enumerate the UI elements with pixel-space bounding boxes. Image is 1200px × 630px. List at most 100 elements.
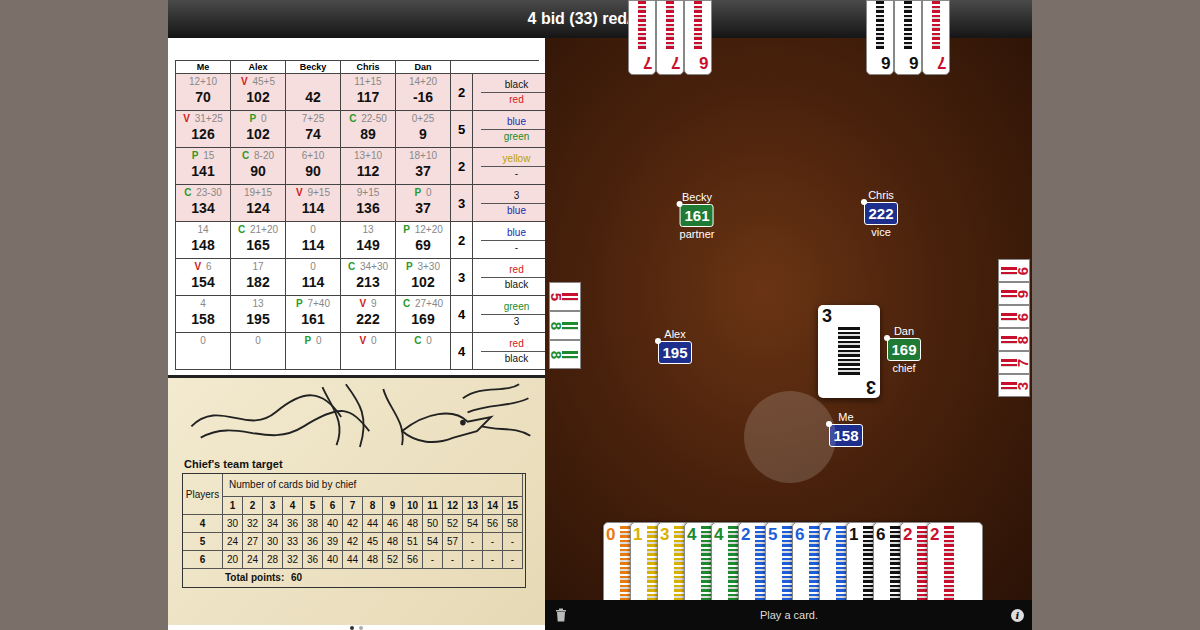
bid-cell: 4 <box>451 333 473 370</box>
bid-cell: 3 <box>451 185 473 222</box>
score-cell: C 21+20 165 <box>231 222 286 259</box>
trash-icon[interactable] <box>555 608 567 622</box>
card: 6 <box>894 0 922 75</box>
info-icon[interactable]: i <box>1011 609 1024 622</box>
card: 9 <box>998 282 1030 305</box>
score-cell: V 9+15 114 <box>286 185 341 222</box>
page-dot[interactable] <box>350 626 354 630</box>
score-cell: P 0 37 <box>396 185 451 222</box>
played-card: 3 3 <box>818 305 880 398</box>
score-cell: 17 182 <box>231 259 286 296</box>
score-cell: C 8-20 90 <box>231 148 286 185</box>
score-cell: 42 <box>286 74 341 111</box>
score-cell: 4 158 <box>176 296 231 333</box>
score-cell: C 34+30 213 <box>341 259 396 296</box>
score-badge: 222 <box>864 202 898 225</box>
page: 4 bid (33) red/black MeAlexBeckyChrisDan… <box>0 0 1200 630</box>
score-cell: P 3+30 102 <box>396 259 451 296</box>
target-table: Players Number of cards bid by chief 123… <box>182 473 526 588</box>
score-cell: V 9 222 <box>341 296 396 333</box>
score-cell: V 0 <box>341 333 396 370</box>
score-cell: 11+15 117 <box>341 74 396 111</box>
score-badge: 169 <box>887 338 921 361</box>
column-header: Becky <box>286 61 341 74</box>
trump-cell: blue- <box>473 222 545 259</box>
score-cell: 9+15 136 <box>341 185 396 222</box>
score-cell: P 0 102 <box>231 111 286 148</box>
score-panel: MeAlexBeckyChrisDan 12+10 70V 45+5 102 4… <box>168 38 545 375</box>
card: 7 <box>656 0 684 75</box>
column-header: Me <box>176 61 231 74</box>
opponent-cards: 5 8 8 <box>549 282 581 369</box>
game-screen: 4 bid (33) red/black MeAlexBeckyChrisDan… <box>168 0 1032 630</box>
bid-cell: 2 <box>451 148 473 185</box>
score-cell: C 23-30 134 <box>176 185 231 222</box>
score-cell: 13 149 <box>341 222 396 259</box>
score-cell: C 22-50 89 <box>341 111 396 148</box>
card: 7 <box>922 0 950 75</box>
score-cell: 0 114 <box>286 222 341 259</box>
trump-cell: blackred <box>473 74 545 111</box>
card: 6 <box>866 0 894 75</box>
column-header: Alex <box>231 61 286 74</box>
score-badge: 195 <box>658 341 692 364</box>
score-cell: 6+10 90 <box>286 148 341 185</box>
bid-cell: 5 <box>451 111 473 148</box>
card: 8 <box>549 311 581 340</box>
trump-cell: 3blue <box>473 185 545 222</box>
player-seat: Becky 161 partner <box>680 190 715 241</box>
card: 7 <box>628 0 656 75</box>
score-cell: 0 <box>176 333 231 370</box>
chart-title: Chief's team target <box>184 458 535 470</box>
game-table: Becky 161 partnerChris 222 viceAlex 195 … <box>545 38 1032 630</box>
score-cell: V 45+5 102 <box>231 74 286 111</box>
player-seat: Dan 169 chief <box>887 324 921 375</box>
page-dot[interactable] <box>359 626 363 630</box>
score-cell: 0 114 <box>286 259 341 296</box>
hand-card[interactable]: 2 <box>927 522 983 600</box>
status-message: Play a card. <box>760 609 818 621</box>
card: 6 <box>684 0 712 75</box>
card: 6 <box>998 259 1030 282</box>
score-cell: 13 195 <box>231 296 286 333</box>
player-seat: Chris 222 vice <box>864 188 898 239</box>
score-cell: 0 <box>231 333 286 370</box>
dragon-icon <box>182 378 535 456</box>
drop-zone[interactable] <box>744 391 836 483</box>
opponent-cards: 7 7 6 <box>628 0 712 75</box>
bid-cell: 2 <box>451 74 473 111</box>
trump-cell: redblack <box>473 259 545 296</box>
card: 5 <box>549 282 581 311</box>
target-chart: Chief's team target Players Number of ca… <box>168 378 545 625</box>
score-cell: P 7+40 161 <box>286 296 341 333</box>
trump-cell: redblack <box>473 333 545 370</box>
score-cell: 14+20 -16 <box>396 74 451 111</box>
player-seat: Alex 195 <box>658 327 692 364</box>
trump-cell: bluegreen <box>473 111 545 148</box>
side-panel: MeAlexBeckyChrisDan 12+10 70V 45+5 102 4… <box>168 38 545 630</box>
card: 8 <box>549 340 581 369</box>
score-cell: 19+15 124 <box>231 185 286 222</box>
score-cell: P 12+20 69 <box>396 222 451 259</box>
hand: 0 1 3 4 4 2 5 6 7 1 6 2 2 <box>603 522 983 600</box>
score-badge: 161 <box>680 204 714 227</box>
card: 3 <box>998 374 1030 397</box>
bid-cell: 2 <box>451 222 473 259</box>
score-cell: C 27+40 169 <box>396 296 451 333</box>
score-cell: 0+25 9 <box>396 111 451 148</box>
score-cell: 7+25 74 <box>286 111 341 148</box>
score-cell: V 31+25 126 <box>176 111 231 148</box>
card: 7 <box>998 351 1030 374</box>
score-cell: V 6 154 <box>176 259 231 296</box>
score-cell: 14 148 <box>176 222 231 259</box>
page-indicator[interactable] <box>168 625 545 630</box>
score-cell: C 0 <box>396 333 451 370</box>
bid-cell: 3 <box>451 259 473 296</box>
column-header: Chris <box>341 61 396 74</box>
score-cell: 18+10 37 <box>396 148 451 185</box>
score-cell: 13+10 112 <box>341 148 396 185</box>
trump-cell: yellow- <box>473 148 545 185</box>
column-header <box>451 61 545 74</box>
score-cell: P 0 <box>286 333 341 370</box>
table-surface: Becky 161 partnerChris 222 viceAlex 195 … <box>545 38 1032 600</box>
